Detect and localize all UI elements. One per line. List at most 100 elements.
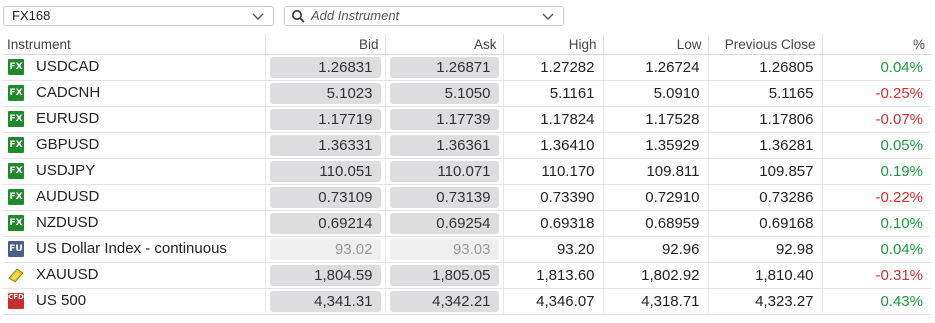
table-row[interactable]: CFD US 500 4,341.31 4,342.21 4,346.07 4,318.7… <box>3 288 931 315</box>
ask-cell[interactable]: 0.73139 <box>385 184 504 211</box>
ask-cell[interactable]: 1.17739 <box>385 106 504 133</box>
column-header-bid[interactable]: Bid <box>265 34 386 55</box>
ask-price[interactable]: 4,342.21 <box>389 291 499 312</box>
bid-cell[interactable]: 110.051 <box>265 158 386 185</box>
add-instrument-input[interactable]: Add Instrument <box>284 6 564 26</box>
table-header-row: Instrument Bid Ask High Low Previous Clo… <box>3 34 931 55</box>
table-row[interactable]: FX EURUSD 1.17719 1.17739 1.17824 1.17528 1.17… <box>3 106 931 133</box>
ask-cell[interactable]: 5.1050 <box>385 80 504 107</box>
low-value: 1.35929 <box>603 132 709 159</box>
table-row[interactable]: XAUUSD 1,804.59 1,805.05 1,813.60 1,802.92 1,… <box>3 262 931 289</box>
column-header-ask[interactable]: Ask <box>385 34 504 55</box>
instrument-name: AUDUSD <box>36 188 100 206</box>
high-value: 5.1161 <box>503 80 604 107</box>
bid-cell[interactable]: 5.1023 <box>265 80 386 107</box>
previous-close-value: 1.36281 <box>708 132 823 159</box>
bid-cell[interactable]: 1.36331 <box>265 132 386 159</box>
bid-cell[interactable]: 0.73109 <box>265 184 386 211</box>
ask-price[interactable]: 0.73139 <box>389 187 499 208</box>
ask-cell[interactable]: 1,805.05 <box>385 262 504 289</box>
low-value: 1,802.92 <box>603 262 709 289</box>
bid-price[interactable]: 0.73109 <box>269 187 381 208</box>
low-value: 0.72910 <box>603 184 709 211</box>
bid-price[interactable]: 1,804.59 <box>269 265 381 286</box>
previous-close-value: 0.69168 <box>708 210 823 237</box>
ask-cell[interactable]: 1.26871 <box>385 54 504 81</box>
bid-cell[interactable]: 1.26831 <box>265 54 386 81</box>
instrument-cell[interactable]: FX GBPUSD <box>3 132 266 159</box>
table-row[interactable]: FU US Dollar Index - continuous 93.02 93.03… <box>3 236 931 263</box>
instrument-cell[interactable]: XAUUSD <box>3 262 266 289</box>
ask-price[interactable]: 1,805.05 <box>389 265 499 286</box>
bid-cell[interactable]: 93.02 <box>265 236 386 263</box>
bid-price[interactable]: 93.02 <box>269 239 381 260</box>
bid-price[interactable]: 110.051 <box>269 161 381 182</box>
high-value: 1.27282 <box>503 54 604 81</box>
bid-cell[interactable]: 0.69214 <box>265 210 386 237</box>
instrument-cell[interactable]: FX CADCNH <box>3 80 266 107</box>
table-row[interactable]: FX GBPUSD 1.36331 1.36361 1.36410 1.35929 1.36… <box>3 132 931 159</box>
low-value: 5.0910 <box>603 80 709 107</box>
bid-price[interactable]: 1.36331 <box>269 135 381 156</box>
ask-cell[interactable]: 110.071 <box>385 158 504 185</box>
ask-cell[interactable]: 93.03 <box>385 236 504 263</box>
low-value: 109.811 <box>603 158 709 185</box>
previous-close-value: 1.26805 <box>708 54 823 81</box>
high-value: 0.69318 <box>503 210 604 237</box>
chevron-down-icon <box>252 13 264 20</box>
ask-cell[interactable]: 4,342.21 <box>385 288 504 315</box>
previous-close-value: 92.98 <box>708 236 823 263</box>
table-row[interactable]: FX NZDUSD 0.69214 0.69254 0.69318 0.68959 0.69… <box>3 210 931 237</box>
previous-close-value: 1,810.40 <box>708 262 823 289</box>
bid-cell[interactable]: 1,804.59 <box>265 262 386 289</box>
ask-price[interactable]: 110.071 <box>389 161 499 182</box>
ask-cell[interactable]: 1.36361 <box>385 132 504 159</box>
column-header-percent-change[interactable]: % <box>822 34 931 55</box>
bid-price[interactable]: 4,341.31 <box>269 291 381 312</box>
watchlist-select-value: FX168 <box>12 8 51 23</box>
chevron-down-icon <box>542 13 554 20</box>
fx-icon: FX <box>8 214 24 231</box>
ask-price[interactable]: 5.1050 <box>389 83 499 104</box>
ask-price[interactable]: 1.17739 <box>389 109 499 130</box>
column-header-previous-close[interactable]: Previous Close <box>708 34 823 55</box>
low-value: 92.96 <box>603 236 709 263</box>
instrument-cell[interactable]: FX NZDUSD <box>3 210 266 237</box>
instrument-cell[interactable]: FX AUDUSD <box>3 184 266 211</box>
column-header-low[interactable]: Low <box>603 34 709 55</box>
percent-change-value: 0.19% <box>822 158 931 185</box>
column-header-high[interactable]: High <box>503 34 604 55</box>
instrument-cell[interactable]: CFD US 500 <box>3 288 266 315</box>
bid-price[interactable]: 1.26831 <box>269 57 381 78</box>
instrument-cell[interactable]: FU US Dollar Index - continuous <box>3 236 266 263</box>
percent-change-value: 0.05% <box>822 132 931 159</box>
futures-icon: FU <box>8 240 24 257</box>
percent-change-value: -0.22% <box>822 184 931 211</box>
cfd-icon: CFD <box>8 292 24 309</box>
low-value: 1.26724 <box>603 54 709 81</box>
bid-price[interactable]: 5.1023 <box>269 83 381 104</box>
bid-cell[interactable]: 4,341.31 <box>265 288 386 315</box>
high-value: 1.17824 <box>503 106 604 133</box>
watchlist-select[interactable]: FX168 <box>3 6 274 26</box>
instrument-name: USDJPY <box>36 162 96 180</box>
ask-price[interactable]: 93.03 <box>389 239 499 260</box>
ask-cell[interactable]: 0.69254 <box>385 210 504 237</box>
high-value: 1,813.60 <box>503 262 604 289</box>
instrument-cell[interactable]: FX USDJPY <box>3 158 266 185</box>
bid-price[interactable]: 1.17719 <box>269 109 381 130</box>
fx-icon: FX <box>8 136 24 153</box>
table-row[interactable]: FX AUDUSD 0.73109 0.73139 0.73390 0.72910 0.73… <box>3 184 931 211</box>
table-row[interactable]: FX USDCAD 1.26831 1.26871 1.27282 1.26724 1.26… <box>3 54 931 81</box>
percent-change-value: -0.07% <box>822 106 931 133</box>
table-row[interactable]: FX CADCNH 5.1023 5.1050 5.1161 5.0910 5.1165 -0… <box>3 80 931 107</box>
instrument-cell[interactable]: FX USDCAD <box>3 54 266 81</box>
bid-cell[interactable]: 1.17719 <box>265 106 386 133</box>
instrument-cell[interactable]: FX EURUSD <box>3 106 266 133</box>
ask-price[interactable]: 1.36361 <box>389 135 499 156</box>
bid-price[interactable]: 0.69214 <box>269 213 381 234</box>
table-row[interactable]: FX USDJPY 110.051 110.071 110.170 109.811 109.… <box>3 158 931 185</box>
ask-price[interactable]: 1.26871 <box>389 57 499 78</box>
column-header-instrument[interactable]: Instrument <box>3 34 266 55</box>
ask-price[interactable]: 0.69254 <box>389 213 499 234</box>
